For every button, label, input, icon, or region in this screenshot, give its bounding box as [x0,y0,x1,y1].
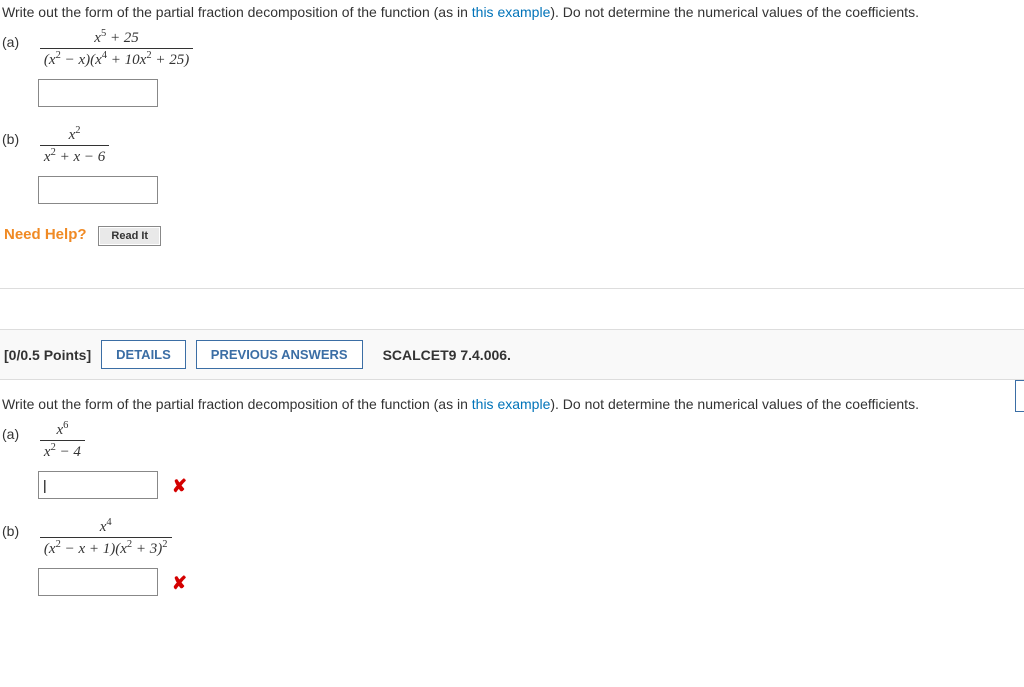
fraction-q2b: x4 (x2 − x + 1)(x2 + 3)2 [40,517,172,558]
divider [0,288,1024,289]
prompt-text: Write out the form of the partial fracti… [2,4,1022,20]
fraction-q2a: x6 x2 − 4 [40,420,85,461]
points-text: [0/0.5 Points] [4,347,91,363]
prompt-text-2: Write out the form of the partial fracti… [2,396,1022,412]
wrong-icon: ✘ [172,573,187,593]
wrong-icon: ✘ [172,476,187,496]
source-text: SCALCET9 7.4.006. [383,347,511,363]
prompt-post: ). Do not determine the numerical values… [550,396,919,412]
answer-input-q2a[interactable] [38,471,158,499]
fraction-q1b: x2 x2 + x − 6 [40,125,109,166]
denominator: (x2 − x)(x4 + 10x2 + 25) [40,48,193,69]
numerator: x2 [40,125,109,145]
denominator: x2 − 4 [40,440,85,461]
read-it-button[interactable]: Read It [98,226,161,246]
need-help-label: Need Help? [4,226,87,243]
part-b-label: (b) [2,125,30,147]
prompt-post: ). Do not determine the numerical values… [550,4,919,20]
numerator: x5 + 25 [40,28,193,48]
previous-answers-button[interactable]: PREVIOUS ANSWERS [196,340,363,369]
question-header: [0/0.5 Points] DETAILS PREVIOUS ANSWERS … [0,329,1024,380]
edge-button[interactable] [1015,380,1024,412]
example-link[interactable]: this example [472,4,551,20]
fraction-q1a: x5 + 25 (x2 − x)(x4 + 10x2 + 25) [40,28,193,69]
example-link-2[interactable]: this example [472,396,551,412]
prompt-pre: Write out the form of the partial fracti… [2,396,472,412]
prompt-pre: Write out the form of the partial fracti… [2,4,472,20]
part-a-label-2: (a) [2,420,30,442]
part-b-label-2: (b) [2,517,30,539]
denominator: x2 + x − 6 [40,145,109,166]
denominator: (x2 − x + 1)(x2 + 3)2 [40,537,172,558]
part-a-label: (a) [2,28,30,50]
details-button[interactable]: DETAILS [101,340,186,369]
answer-input-q1a[interactable] [38,79,158,107]
numerator: x6 [40,420,85,440]
answer-input-q2b[interactable] [38,568,158,596]
numerator: x4 [40,517,172,537]
answer-input-q1b[interactable] [38,176,158,204]
